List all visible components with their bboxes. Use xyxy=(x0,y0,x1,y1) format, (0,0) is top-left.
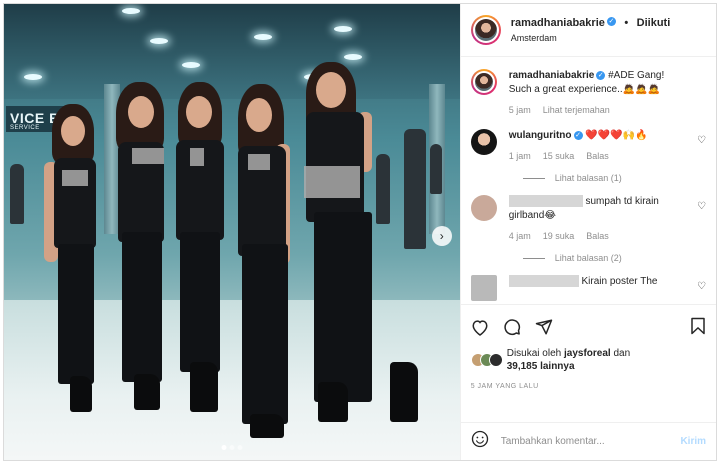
likes-and: dan xyxy=(613,348,631,359)
ceiling-light xyxy=(150,38,168,44)
liker-username[interactable]: jaysforeal xyxy=(564,348,611,359)
chevron-right-icon: › xyxy=(439,229,444,243)
follow-status-button[interactable]: Diikuti xyxy=(637,17,671,29)
ceiling-light xyxy=(24,74,42,80)
view-replies-button[interactable]: Lihat balasan (1) xyxy=(522,173,706,183)
commenter-avatar[interactable] xyxy=(470,275,497,301)
comment-time[interactable]: 1 jam xyxy=(509,149,531,163)
background-person xyxy=(404,129,426,249)
ceiling-light xyxy=(182,62,200,68)
likes-count[interactable]: 39,185 lainnya xyxy=(507,361,575,372)
carousel-next-button[interactable]: › xyxy=(431,226,452,246)
comment-item: sumpah td kirain girlband😂 4 jam 19 suka… xyxy=(470,195,706,243)
background-person xyxy=(430,144,442,194)
view-replies-label: Lihat balasan (2) xyxy=(554,253,622,263)
commenter-avatar[interactable] xyxy=(470,129,497,155)
comment-likes[interactable]: 19 suka xyxy=(543,229,575,243)
carousel-dot xyxy=(229,445,235,450)
view-replies-label: Lihat balasan (1) xyxy=(554,173,622,183)
comment-like-heart-icon[interactable]: ♡ xyxy=(697,281,706,292)
caption: ramadhaniabakrie ✓ #ADE Gang! Such a grea… xyxy=(470,69,706,117)
caption-username[interactable]: ramadhaniabakrie xyxy=(509,70,595,81)
commenter-avatar[interactable] xyxy=(470,195,497,221)
post-location[interactable]: Amsterdam xyxy=(511,31,671,46)
likes-prefix: Disukai oleh xyxy=(506,348,562,359)
avatar[interactable] xyxy=(470,15,501,45)
carousel-dot xyxy=(237,445,243,450)
replies-divider xyxy=(522,257,545,259)
replies-divider xyxy=(522,177,545,179)
redacted-username xyxy=(508,275,579,288)
comment-likes[interactable]: 15 suka xyxy=(543,149,575,163)
comment-text: ❤️❤️❤️🙌🔥 xyxy=(585,130,648,141)
emoji-icon[interactable] xyxy=(471,430,489,453)
post-comment-button[interactable]: Kirim xyxy=(680,436,706,447)
comment-text: Kirain poster The xyxy=(581,276,658,287)
ceiling-light xyxy=(334,26,352,32)
heart-icon[interactable] xyxy=(471,319,489,336)
share-icon[interactable] xyxy=(535,318,553,336)
likes-summary[interactable]: Disukai oleh jaysforeal dan 39,185 lainn… xyxy=(470,347,706,373)
verified-icon: ✓ xyxy=(573,130,583,140)
background-person xyxy=(376,154,390,224)
follow-separator: • xyxy=(624,17,629,29)
add-comment-bar: Kirim xyxy=(460,422,716,460)
view-replies-button[interactable]: Lihat balasan (2) xyxy=(522,253,706,263)
comment-like-heart-icon[interactable]: ♡ xyxy=(697,135,706,146)
post-username[interactable]: ramadhaniabakrie xyxy=(511,17,605,29)
comment-item: wulanguritno ✓ ❤️❤️❤️🙌🔥 1 jam 15 suka Bal… xyxy=(470,129,706,163)
comment-username[interactable]: wulanguritno xyxy=(509,130,572,141)
comments-list[interactable]: ramadhaniabakrie ✓ #ADE Gang! Such a grea… xyxy=(461,57,716,304)
post-photo[interactable]: VICE BA SERVICE › xyxy=(4,4,460,460)
background-person xyxy=(10,164,24,224)
liker-avatar xyxy=(488,353,503,367)
bookmark-icon[interactable] xyxy=(690,317,706,340)
comment-like-heart-icon[interactable]: ♡ xyxy=(697,201,706,212)
comment-item: Kirain poster The ♡ xyxy=(470,275,706,301)
carousel-dot xyxy=(221,445,227,450)
verified-icon: ✓ xyxy=(596,70,606,80)
ceiling-light xyxy=(344,54,362,60)
comment-icon[interactable] xyxy=(503,318,521,336)
post-dialog: VICE BA SERVICE › ramadhaniabakrie ✓ • D… xyxy=(3,3,717,461)
caption-avatar[interactable] xyxy=(470,69,497,95)
ceiling-light xyxy=(122,8,140,14)
reply-button[interactable]: Balas xyxy=(586,229,609,243)
verified-icon: ✓ xyxy=(606,17,616,27)
post-actions: Disukai oleh jaysforeal dan 39,185 lainn… xyxy=(460,304,716,422)
see-translation-link[interactable]: Lihat terjemahan xyxy=(543,103,610,117)
add-comment-input[interactable] xyxy=(500,436,681,447)
caption-time[interactable]: 5 jam xyxy=(509,103,531,117)
redacted-username xyxy=(508,195,583,208)
post-timestamp[interactable]: 5 JAM YANG LALU xyxy=(471,383,706,390)
ceiling xyxy=(4,4,460,99)
comment-time[interactable]: 4 jam xyxy=(509,229,531,243)
post-side-panel: ramadhaniabakrie ✓ • Diikuti Amsterdam ra… xyxy=(459,4,716,460)
reply-button[interactable]: Balas xyxy=(586,149,609,163)
post-header: ramadhaniabakrie ✓ • Diikuti Amsterdam xyxy=(460,4,716,57)
ceiling-light xyxy=(254,34,272,40)
carousel-dots xyxy=(221,445,243,450)
